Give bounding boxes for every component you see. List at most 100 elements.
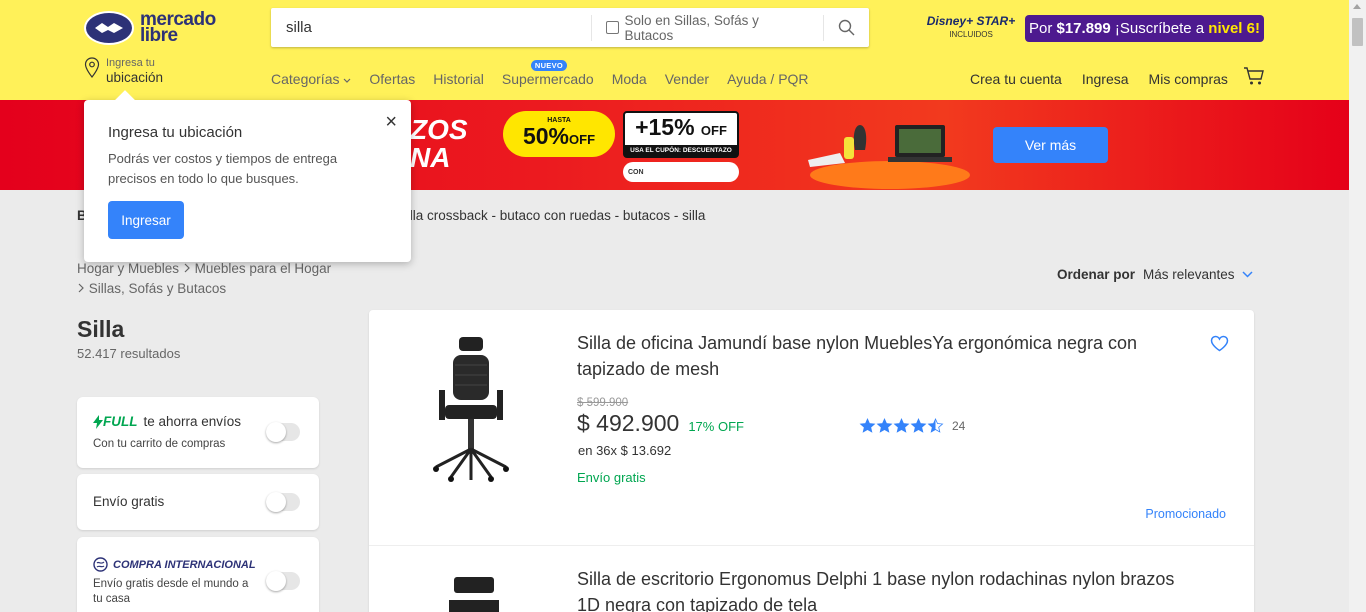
- product-rating: 24: [859, 418, 965, 433]
- globe-icon: [93, 557, 108, 572]
- heart-icon[interactable]: [1210, 335, 1229, 357]
- search-filter-checkbox[interactable]: [605, 21, 619, 34]
- search-button[interactable]: [823, 14, 869, 41]
- filter-free-shipping[interactable]: Envío gratis: [77, 474, 319, 530]
- disney-star-label: Disney+ STAR+: [926, 14, 1016, 28]
- banner-products-image: [808, 125, 970, 189]
- cart-icon[interactable]: [1243, 66, 1265, 91]
- promo-level: nivel 6: [1208, 20, 1255, 37]
- popup-ingresar-button[interactable]: Ingresar: [108, 201, 184, 239]
- breadcrumb-sillas[interactable]: Sillas, Sofás y Butacos: [89, 281, 226, 296]
- banner-discount-value: 50%: [522, 122, 570, 149]
- sort-dropdown[interactable]: Ordenar por Más relevantes: [1057, 267, 1253, 282]
- nav-ayuda[interactable]: Ayuda / PQR: [727, 71, 808, 87]
- promoted-label: Promocionado: [1145, 507, 1226, 521]
- banner-coupon-unit: OFF: [700, 123, 727, 138]
- promo-prefix: Por: [1028, 20, 1053, 37]
- search-input[interactable]: [271, 8, 591, 47]
- banner-ver-mas-button[interactable]: Ver más: [993, 127, 1108, 163]
- star-icon: [927, 418, 944, 433]
- promo-middle: ¡Suscríbete a: [1114, 20, 1205, 37]
- full-sub: Con tu carrito de compras: [93, 438, 226, 450]
- item-divider: [369, 545, 1254, 546]
- popup-body: Podrás ver costos y tiempos de entrega p…: [108, 151, 338, 186]
- location-pin-icon: [84, 57, 100, 78]
- full-text: te ahorra envíos: [143, 414, 242, 429]
- nav-supermercado[interactable]: NUEVO Supermercado: [502, 60, 594, 87]
- related-searches[interactable]: silla crossback - butaco con ruedas - bu…: [400, 208, 705, 223]
- scrollbar[interactable]: [1349, 0, 1366, 612]
- product-old-price: $ 599.900: [577, 397, 629, 409]
- star-icon: [876, 418, 893, 433]
- page-title: Silla: [77, 316, 125, 342]
- location-small-label: Ingresa tu: [106, 57, 155, 69]
- nav-categorias[interactable]: Categorías: [271, 71, 351, 87]
- banner-discount-unit: OFF: [569, 131, 596, 147]
- breadcrumb-muebles[interactable]: Muebles para el Hogar: [195, 261, 332, 276]
- location-selector[interactable]: Ingresa tu ubicación: [84, 57, 163, 86]
- chevron-right-icon: [184, 263, 190, 273]
- banner-coupon-text: USA EL CUPÓN: DESCUENTAZO: [625, 145, 737, 156]
- mercadolibre-logo[interactable]: mercado libre: [84, 10, 224, 46]
- nav-ofertas[interactable]: Ofertas: [369, 71, 415, 87]
- product-discount: 17% OFF: [688, 419, 744, 434]
- subscription-promo[interactable]: Por $17.899 ¡Suscríbete a nivel 6!: [1025, 15, 1264, 42]
- search-bar: Solo en Sillas, Sofás y Butacos: [271, 8, 869, 47]
- product-title[interactable]: Silla de oficina Jamundí base nylon Mueb…: [577, 330, 1197, 382]
- disney-star-badge[interactable]: Disney+ STAR+ INCLUIDOS: [926, 14, 1016, 48]
- logo-text-libre: libre: [140, 25, 178, 46]
- rating-count: 24: [952, 418, 966, 433]
- promo-suffix: !: [1255, 20, 1260, 37]
- star-icon: [859, 418, 876, 433]
- full-toggle[interactable]: [266, 422, 300, 442]
- banner-con-label: CON: [628, 168, 644, 176]
- product-shipping: Envío gratis: [577, 470, 646, 485]
- breadcrumb: Hogar y Muebles Muebles para el Hogar Si…: [77, 259, 331, 299]
- create-account-link[interactable]: Crea tu cuenta: [970, 71, 1062, 87]
- international-sub: Envío gratis desde el mundo a tu casa: [93, 578, 249, 605]
- results-count: 52.417 resultados: [77, 346, 181, 361]
- international-toggle[interactable]: [266, 571, 300, 591]
- full-label: FULL: [103, 414, 138, 429]
- banner-title-line-1: ZOS: [410, 114, 468, 145]
- product-image-2[interactable]: [449, 572, 499, 612]
- nav-vender[interactable]: Vender: [665, 71, 709, 87]
- nav-moda[interactable]: Moda: [612, 71, 647, 87]
- banner-coupon-pill: +15% OFF USA EL CUPÓN: DESCUENTAZO: [623, 111, 739, 158]
- popup-title: Ingresa tu ubicación: [108, 124, 243, 141]
- main-nav: Categorías Ofertas Historial NUEVO Superm…: [271, 60, 827, 87]
- header: mercado libre Solo en Sillas, Sofás y Bu…: [0, 0, 1349, 100]
- nav-historial[interactable]: Historial: [433, 71, 484, 87]
- product-price: $ 492.900: [577, 410, 680, 436]
- product-title-2[interactable]: Silla de escritorio Ergonomus Delphi 1 b…: [577, 566, 1197, 612]
- chevron-down-icon: [1242, 271, 1253, 278]
- filter-full[interactable]: FULL te ahorra envíos Con tu carrito de …: [77, 397, 319, 468]
- rating-stars: [859, 418, 944, 433]
- sort-label: Ordenar por: [1057, 267, 1136, 282]
- search-filter-label: Solo en Sillas, Sofás y Butacos: [624, 12, 759, 43]
- login-link[interactable]: Ingresa: [1082, 71, 1129, 87]
- product-installments: en 36x $ 13.692: [578, 443, 672, 458]
- product-image[interactable]: [431, 335, 511, 485]
- sort-value: Más relevantes: [1143, 267, 1235, 282]
- promo-price: $17.899: [1056, 20, 1111, 37]
- scroll-thumb[interactable]: [1352, 18, 1363, 46]
- banner-title-line-2: NA: [410, 142, 451, 173]
- free-shipping-toggle[interactable]: [266, 492, 300, 512]
- chevron-right-icon: [78, 283, 84, 293]
- product-list: Silla de oficina Jamundí base nylon Mueb…: [369, 310, 1254, 612]
- close-icon[interactable]: ×: [385, 111, 397, 134]
- filter-international[interactable]: COMPRA INTERNACIONAL Envío gratis desde …: [77, 537, 319, 612]
- disney-star-sub: INCLUIDOS: [949, 30, 993, 39]
- free-shipping-label: Envío gratis: [93, 494, 165, 509]
- chevron-down-icon: [343, 78, 351, 83]
- scroll-up-arrow[interactable]: [1353, 4, 1361, 9]
- search-icon: [838, 19, 855, 35]
- international-label: COMPRA INTERNACIONAL: [113, 558, 256, 571]
- breadcrumb-hogar[interactable]: Hogar y Muebles: [77, 261, 179, 276]
- product-price-row: $ 492.900 17% OFF: [577, 410, 744, 437]
- my-purchases-link[interactable]: Mis compras: [1149, 71, 1228, 87]
- search-category-filter[interactable]: Solo en Sillas, Sofás y Butacos: [590, 12, 812, 43]
- user-nav: Crea tu cuenta Ingresa Mis compras: [970, 71, 1248, 87]
- banner-coupon-value: +15%: [635, 114, 695, 140]
